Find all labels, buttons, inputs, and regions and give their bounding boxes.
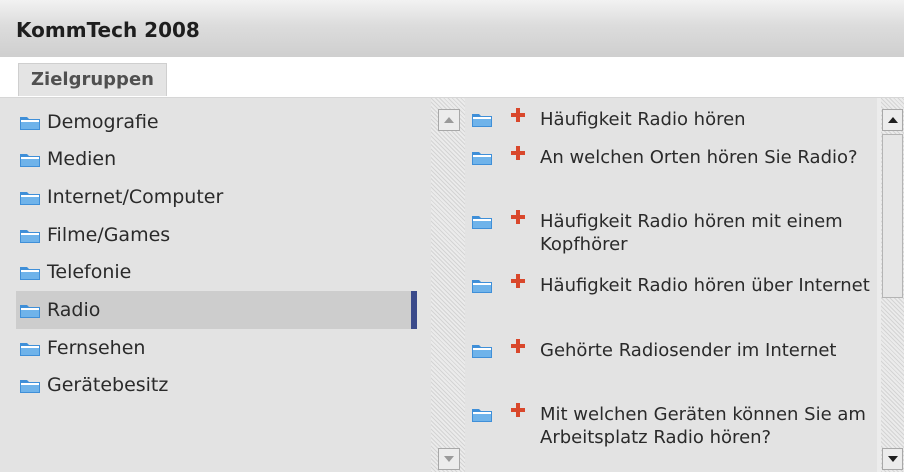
folder-icon: [20, 378, 40, 393]
question-list: Häufigkeit Radio hören An welchen Orten …: [466, 98, 876, 472]
folder-icon: [20, 265, 40, 280]
folder-icon: [20, 115, 40, 130]
category-item-geraetebesitz[interactable]: Gerätebesitz: [16, 366, 417, 404]
folder-icon: [20, 228, 40, 243]
category-label: Demografie: [47, 111, 159, 133]
scroll-up-button[interactable]: [438, 109, 460, 131]
category-item-fernsehen[interactable]: Fernsehen: [16, 329, 417, 367]
category-label: Internet/Computer: [47, 186, 224, 208]
tab-zielgruppen[interactable]: Zielgruppen: [18, 63, 167, 96]
tab-bar: Zielgruppen: [0, 57, 904, 98]
category-list: Demografie Medien Internet/Computer Film…: [16, 98, 430, 472]
folder-icon: [472, 150, 492, 165]
folder-icon: [472, 112, 492, 127]
folder-icon: [472, 343, 492, 358]
category-item-medien[interactable]: Medien: [16, 140, 417, 178]
category-label: Radio: [47, 299, 101, 321]
scroll-up-button[interactable]: [882, 109, 903, 131]
folder-icon: [20, 152, 40, 167]
arrow-up-icon: [887, 117, 898, 123]
plus-icon[interactable]: [511, 210, 525, 224]
folder-icon: [20, 303, 40, 318]
folder-icon: [472, 278, 492, 293]
plus-icon[interactable]: [511, 339, 525, 353]
question-label: Gehörte Radiosender im Internet: [540, 340, 837, 361]
category-item-telefonie[interactable]: Telefonie: [16, 253, 417, 291]
category-label: Medien: [47, 148, 117, 170]
plus-icon[interactable]: [511, 108, 525, 122]
plus-icon[interactable]: [511, 146, 525, 160]
app-header: KommTech 2008: [0, 0, 904, 58]
question-label: Häufigkeit Radio hören: [540, 109, 746, 130]
scroll-down-button[interactable]: [438, 448, 460, 470]
app-title: KommTech 2008: [16, 18, 200, 42]
folder-icon: [20, 341, 40, 356]
arrow-down-icon: [444, 456, 454, 462]
plus-icon[interactable]: [511, 403, 525, 417]
category-item-radio[interactable]: Radio: [16, 291, 417, 329]
folder-icon: [472, 407, 492, 422]
category-item-filme-games[interactable]: Filme/Games: [16, 216, 417, 254]
folder-icon: [20, 190, 40, 205]
category-label: Gerätebesitz: [47, 374, 169, 396]
scroll-down-button[interactable]: [882, 448, 903, 470]
plus-icon[interactable]: [511, 274, 525, 288]
category-label: Fernsehen: [47, 337, 146, 359]
question-label: Häufigkeit Radio hören über Internet: [540, 275, 870, 296]
category-item-internet-computer[interactable]: Internet/Computer: [16, 178, 417, 216]
scrollbar-thumb[interactable]: [882, 134, 903, 298]
arrow-down-icon: [887, 456, 898, 462]
question-label: Häufigkeit Radio hören mit einem Kopfhör…: [540, 211, 843, 255]
category-label: Telefonie: [47, 261, 132, 283]
category-label: Filme/Games: [47, 224, 171, 246]
category-item-demografie[interactable]: Demografie: [16, 103, 417, 141]
question-label: Mit welchen Geräten können Sie am Arbeit…: [540, 404, 866, 448]
folder-icon: [472, 214, 492, 229]
question-label: An welchen Orten hören Sie Radio?: [540, 147, 858, 168]
question-scrollbar[interactable]: [877, 98, 904, 472]
category-scrollbar[interactable]: [431, 98, 465, 472]
arrow-up-icon: [444, 117, 454, 123]
